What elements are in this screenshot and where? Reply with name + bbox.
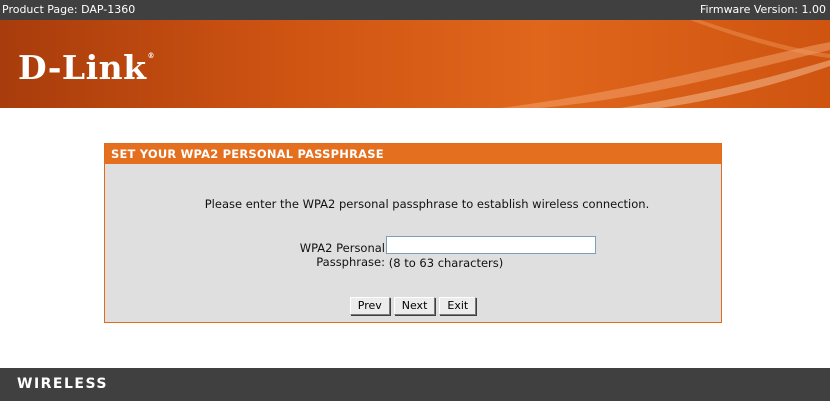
passphrase-label: WPA2 Personal Passphrase:	[299, 241, 385, 269]
wizard-buttons: Prev Next Exit	[105, 297, 721, 315]
passphrase-input[interactable]	[386, 236, 596, 254]
passphrase-hint: (8 to 63 characters)	[388, 256, 504, 270]
instruction-text: Please enter the WPA2 personal passphras…	[204, 197, 650, 211]
passphrase-panel: SET YOUR WPA2 PERSONAL PASSPHRASE Please…	[104, 143, 722, 323]
next-button[interactable]: Next	[393, 297, 436, 315]
dlink-logo: D-Link®	[18, 48, 155, 87]
top-info-bar: Product Page: DAP-1360 Firmware Version:…	[0, 0, 830, 20]
wireless-label: WIRELESS	[17, 376, 109, 392]
product-page-label: Product Page: DAP-1360	[2, 3, 136, 16]
firmware-version-label: Firmware Version: 1.00	[699, 3, 826, 16]
registered-mark: ®	[147, 51, 156, 60]
exit-button[interactable]: Exit	[439, 297, 477, 315]
dlink-logo-text: D-Link	[18, 48, 147, 87]
footer-bar: WIRELESS	[0, 368, 830, 401]
header-banner: D-Link®	[0, 20, 830, 108]
setup-wizard-page: Product Page: DAP-1360 Firmware Version:…	[0, 0, 830, 406]
panel-title: SET YOUR WPA2 PERSONAL PASSPHRASE	[105, 144, 721, 164]
prev-button[interactable]: Prev	[349, 297, 390, 315]
